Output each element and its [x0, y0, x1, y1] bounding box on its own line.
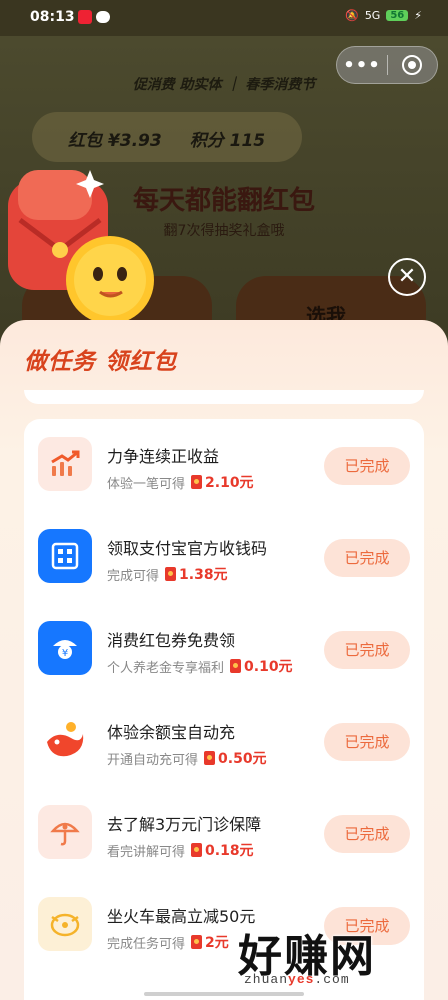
- train-coupon-icon: [38, 897, 92, 951]
- completed-button[interactable]: 已完成: [324, 723, 410, 761]
- target-icon: [402, 55, 423, 75]
- red-envelope-icon: [165, 567, 177, 581]
- task-item: 去了解3万元门诊保障 看完讲解可得 0.18元 已完成: [24, 787, 424, 879]
- completed-button[interactable]: 已完成: [324, 631, 410, 669]
- reward-amount: 1.38元: [179, 567, 228, 583]
- status-time: 08:13: [30, 9, 75, 25]
- task-title: 坐火车最高立减50元: [107, 907, 256, 926]
- pension-icon: ¥: [38, 621, 92, 675]
- svg-text:¥: ¥: [62, 648, 68, 659]
- close-sheet-button[interactable]: ✕: [388, 258, 426, 296]
- task-reward: 体验一笔可得 2.10元: [107, 472, 254, 492]
- reward-amount: 2元: [205, 935, 229, 951]
- completed-button[interactable]: 已完成: [324, 815, 410, 853]
- task-desc: 完成可得: [107, 568, 160, 584]
- task-desc: 开通自动充可得: [107, 752, 199, 768]
- home-indicator[interactable]: [144, 992, 304, 996]
- task-title: 体验余额宝自动充: [107, 723, 236, 742]
- sheet-title: 做任务 领红包: [24, 349, 178, 375]
- task-desc: 体验一笔可得: [107, 476, 186, 492]
- red-envelope-icon: [191, 843, 203, 857]
- task-item: 体验余额宝自动充 开通自动充可得 0.50元 已完成: [24, 695, 424, 787]
- red-envelope-icon: [191, 475, 203, 489]
- qr-code-icon: [38, 529, 92, 583]
- charging-icon: ⚡: [414, 9, 422, 22]
- mascot-illustration: [8, 170, 154, 324]
- notification-app-icon: [78, 10, 92, 24]
- umbrella-icon: [38, 805, 92, 859]
- task-reward: 完成可得 1.38元: [107, 564, 228, 584]
- task-desc: 完成任务可得: [107, 936, 186, 952]
- task-reward: 完成任务可得 2元: [107, 932, 229, 952]
- status-bar: 08:13 🔕 5G 56 ⚡: [0, 0, 448, 36]
- task-title: 去了解3万元门诊保障: [107, 815, 262, 834]
- red-envelope-icon: [230, 659, 242, 673]
- task-item: 力争连续正收益 体验一笔可得 2.10元 已完成: [24, 419, 424, 511]
- site-watermark: 好赚网 zhuanyes.com: [238, 920, 438, 990]
- mute-icon: 🔕: [345, 9, 359, 22]
- status-right: 🔕 5G 56 ⚡: [345, 9, 422, 22]
- close-miniapp-button[interactable]: [388, 55, 437, 75]
- previous-card-edge: [24, 390, 424, 404]
- miniapp-capsule: •••: [336, 46, 438, 84]
- task-reward: 看完讲解可得 0.18元: [107, 840, 254, 860]
- red-envelope-icon: [191, 935, 203, 949]
- completed-button[interactable]: 已完成: [324, 539, 410, 577]
- watermark-url: zhuanyes.com: [244, 972, 350, 987]
- battery-level: 56: [386, 10, 409, 21]
- reward-amount: 0.50元: [218, 751, 267, 767]
- chat-notification-icon: [96, 11, 110, 23]
- task-title: 领取支付宝官方收钱码: [107, 539, 268, 558]
- more-menu-button[interactable]: •••: [337, 55, 387, 76]
- task-desc: 看完讲解可得: [107, 844, 186, 860]
- reward-amount: 2.10元: [205, 475, 254, 491]
- hongbao-balance: 红包 ¥3.93: [68, 131, 162, 151]
- watermark-url-suffix: .com: [314, 972, 350, 987]
- watermark-url-part: zhuan: [244, 972, 289, 987]
- task-sheet: 做任务 领红包 力争连续正收益 体验一笔可得 2.10元 已完成 领取支付宝官方收…: [0, 320, 448, 1000]
- points-balance: 积分 115: [189, 131, 266, 151]
- reward-amount: 0.18元: [205, 843, 254, 859]
- task-desc: 个人养老金专享福利: [107, 660, 225, 676]
- red-envelope-icon: [204, 751, 216, 765]
- task-list: 力争连续正收益 体验一笔可得 2.10元 已完成 领取支付宝官方收钱码 完成可得 1…: [24, 419, 424, 1000]
- task-reward: 开通自动充可得 0.50元: [107, 748, 267, 768]
- task-item: 领取支付宝官方收钱码 完成可得 1.38元 已完成: [24, 511, 424, 603]
- completed-button[interactable]: 已完成: [324, 447, 410, 485]
- watermark-url-highlight: yes: [288, 972, 315, 987]
- balance-pill: 红包 ¥3.93 积分 115: [32, 112, 302, 162]
- yuebao-icon: [38, 713, 92, 767]
- task-item: ¥ 消费红包券免费领 个人养老金专享福利 0.10元 已完成: [24, 603, 424, 695]
- chart-up-icon: [38, 437, 92, 491]
- task-reward: 个人养老金专享福利 0.10元: [107, 656, 293, 676]
- task-title: 消费红包券免费领: [107, 631, 236, 650]
- reward-amount: 0.10元: [244, 659, 293, 675]
- network-label: 5G: [364, 9, 381, 22]
- task-title: 力争连续正收益: [107, 447, 220, 466]
